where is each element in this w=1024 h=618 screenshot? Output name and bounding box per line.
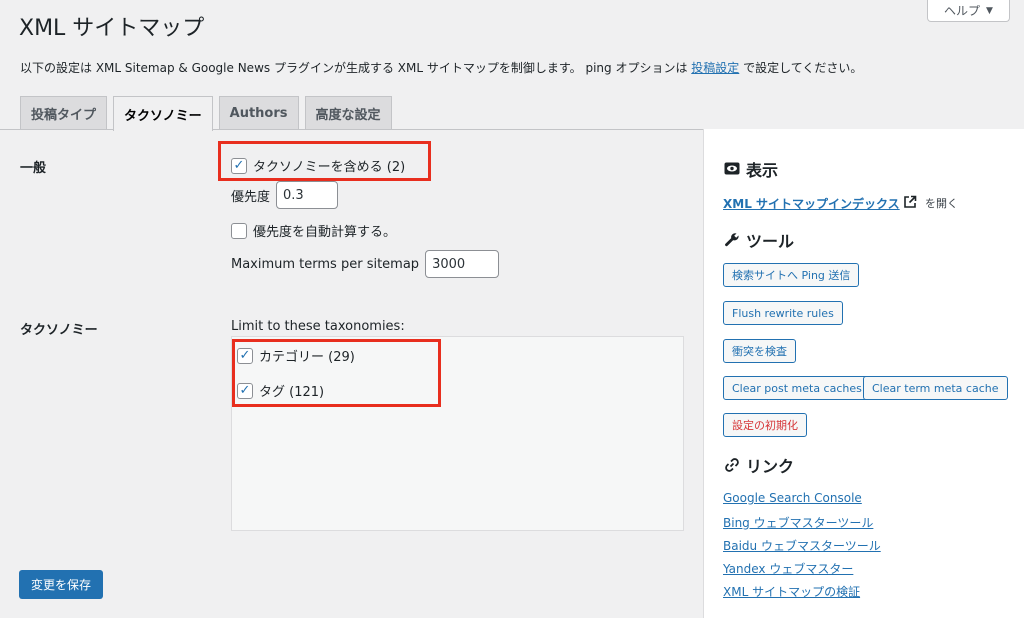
view-heading-text: 表示 xyxy=(746,161,779,180)
tools-heading: ツール xyxy=(724,228,794,252)
settings-tabs: 投稿タイプ タクソノミー Authors 高度な設定 xyxy=(20,96,392,131)
link-yandex-webmaster[interactable]: Yandex ウェブマスター xyxy=(723,560,853,577)
link-baidu-webmaster[interactable]: Baidu ウェブマスターツール xyxy=(723,537,881,554)
taxonomies-label: タクソノミー xyxy=(20,323,98,338)
links-heading-text: リンク xyxy=(746,457,795,476)
highlight-box-include xyxy=(218,141,431,181)
description-text: 以下の設定は XML Sitemap & Google News プラグインが生… xyxy=(20,61,692,75)
general-label: 一般 xyxy=(20,161,47,176)
view-heading: 表示 xyxy=(724,157,778,181)
priority-label: 優先度 xyxy=(231,189,271,205)
priority-row: 優先度 0.3 xyxy=(231,181,339,209)
eye-icon xyxy=(724,162,740,176)
limit-label: Limit to these taxonomies: xyxy=(231,319,405,334)
page-title: XML サイトマップ xyxy=(19,16,205,41)
link-validate-sitemap[interactable]: XML サイトマップの検証 xyxy=(723,583,860,600)
check-conflicts-button[interactable]: 衝突を検査 xyxy=(723,339,796,363)
tab-advanced[interactable]: 高度な設定 xyxy=(304,96,392,130)
sitemap-index-link[interactable]: XML サイトマップインデックス xyxy=(723,195,900,212)
highlight-box-taxonomies xyxy=(232,339,441,407)
page-description: 以下の設定は XML Sitemap & Google News プラグインが生… xyxy=(20,59,862,76)
max-terms-row: Maximum terms per sitemap 3000 xyxy=(231,250,500,278)
auto-priority-row[interactable]: 優先度を自動計算する。 xyxy=(231,221,396,240)
clear-post-meta-button[interactable]: Clear post meta caches xyxy=(723,376,871,400)
help-tab-button[interactable]: ヘルプ ▼ xyxy=(927,0,1010,22)
max-terms-label: Maximum terms per sitemap xyxy=(231,256,420,272)
link-icon xyxy=(724,457,740,473)
flush-rewrite-rules-button[interactable]: Flush rewrite rules xyxy=(723,301,843,325)
tabs-divider xyxy=(0,129,703,130)
save-changes-button[interactable]: 変更を保存 xyxy=(19,570,103,599)
clear-term-meta-button[interactable]: Clear term meta cache xyxy=(863,376,1008,400)
tab-authors[interactable]: Authors xyxy=(218,96,299,130)
links-heading: リンク xyxy=(724,453,794,477)
reset-settings-button[interactable]: 設定の初期化 xyxy=(723,413,807,437)
auto-priority-checkbox[interactable] xyxy=(231,222,247,239)
ping-search-engines-button[interactable]: 検索サイトへ Ping 送信 xyxy=(723,263,860,287)
tab-taxonomies[interactable]: タクソノミー xyxy=(113,96,213,131)
help-label: ヘルプ xyxy=(944,4,981,18)
open-text: を開く xyxy=(925,197,958,210)
tools-heading-text: ツール xyxy=(746,232,795,251)
max-terms-input[interactable]: 3000 xyxy=(425,250,500,278)
description-text-end: で設定してください。 xyxy=(739,61,863,75)
sitemap-index-link-text: XML サイトマップインデックス xyxy=(723,197,900,211)
post-settings-link[interactable]: 投稿設定 xyxy=(691,61,739,75)
priority-input[interactable]: 0.3 xyxy=(276,181,339,209)
sidebar-panel: 表示 XML サイトマップインデックス を開く ツール 検索サイトへ Ping … xyxy=(703,129,1024,618)
caret-down-icon: ▼ xyxy=(986,5,993,16)
auto-priority-label: 優先度を自動計算する。 xyxy=(253,225,397,240)
tab-post-types[interactable]: 投稿タイプ xyxy=(20,96,108,130)
wrench-icon xyxy=(724,232,740,248)
link-bing-webmaster[interactable]: Bing ウェブマスターツール xyxy=(723,514,873,531)
external-link-icon xyxy=(903,195,917,209)
link-google-search-console[interactable]: Google Search Console xyxy=(723,491,862,505)
